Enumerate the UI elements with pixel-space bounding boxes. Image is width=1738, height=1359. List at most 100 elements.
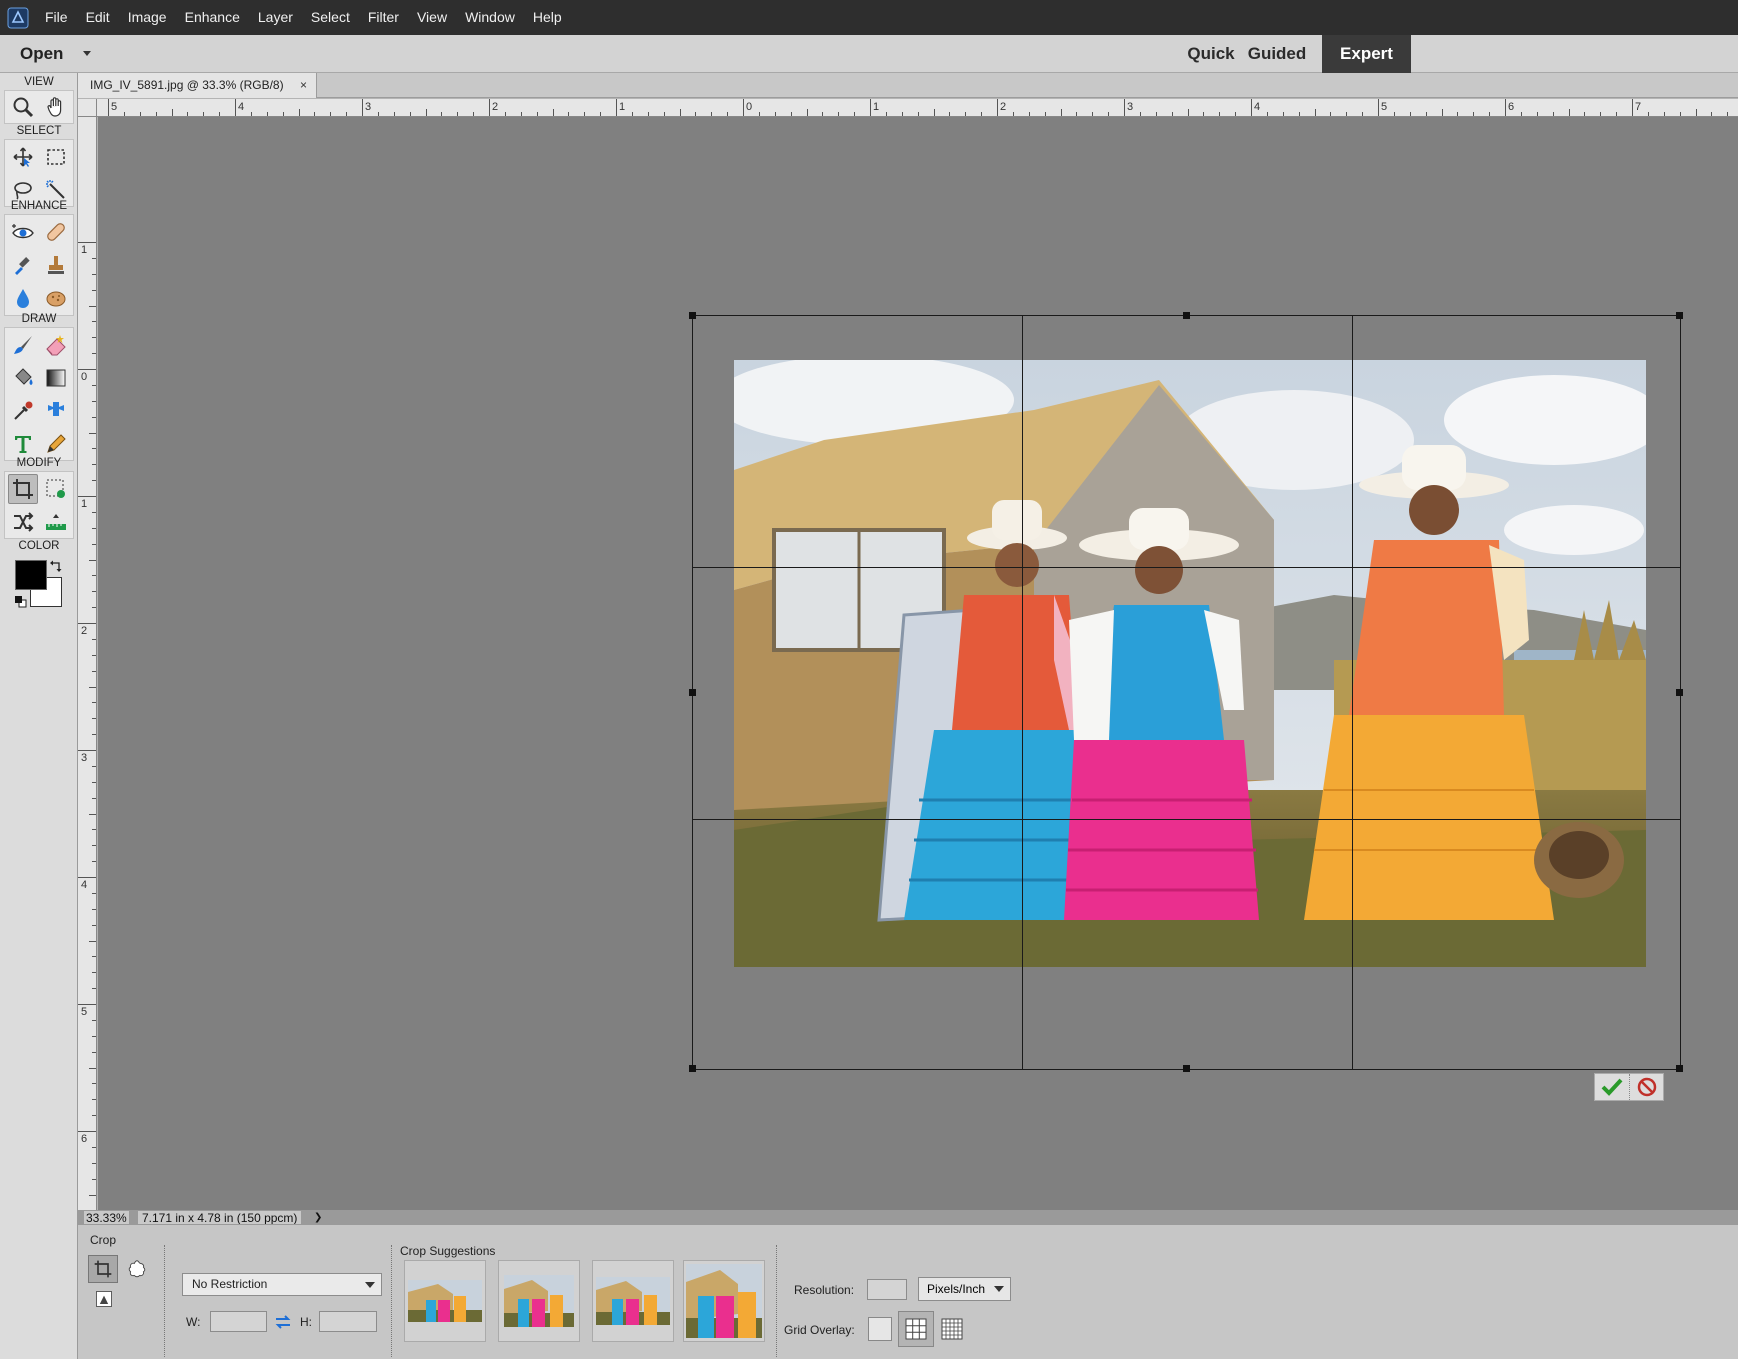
straighten-tool-icon[interactable]: [41, 507, 71, 537]
ruler-tick: [743, 99, 744, 116]
ruler-tick: [171, 109, 173, 116]
menu-filter[interactable]: Filter: [359, 0, 408, 35]
crop-handle-top-left[interactable]: [689, 312, 696, 319]
zoom-level[interactable]: 33.33%: [84, 1211, 129, 1225]
move-tool-icon[interactable]: [8, 142, 38, 172]
crop-handle-left[interactable]: [689, 689, 696, 696]
ruler-tick: [92, 527, 96, 529]
paint-bucket-tool-icon[interactable]: [8, 363, 38, 393]
crop-suggestion-thumbnail[interactable]: [498, 1260, 580, 1342]
ruler-tick: [92, 1051, 96, 1053]
canvas-area[interactable]: [98, 117, 1738, 1210]
crop-handle-top[interactable]: [1183, 312, 1190, 319]
open-button[interactable]: Open: [20, 35, 63, 73]
spot-healing-tool-icon[interactable]: [41, 217, 71, 247]
menu-enhance[interactable]: Enhance: [176, 0, 249, 35]
sponge-tool-icon[interactable]: [41, 283, 71, 313]
type-tool-icon[interactable]: [8, 429, 38, 459]
ruler-tick: [1663, 112, 1665, 116]
grid-fine-button[interactable]: [940, 1317, 964, 1341]
ruler-tick: [92, 1083, 96, 1085]
crop-grid-line: [1022, 316, 1023, 1069]
document-tab-title: IMG_IV_5891.jpg @ 33.3% (RGB/8): [90, 78, 284, 92]
vertical-ruler: 1 0 1 2 3 4 5 6: [78, 117, 97, 1244]
menu-window[interactable]: Window: [456, 0, 524, 35]
crop-suggestion-thumbnail[interactable]: [683, 1260, 765, 1342]
blur-tool-icon[interactable]: [8, 283, 38, 313]
crop-actions: [1594, 1073, 1664, 1101]
ruler-tick: [1441, 109, 1443, 116]
clone-stamp-tool-icon[interactable]: [41, 250, 71, 280]
status-expand-icon[interactable]: ❯: [314, 1211, 322, 1225]
marquee-tool-icon[interactable]: [41, 142, 71, 172]
menu-file[interactable]: File: [36, 0, 77, 35]
eyedropper-tool-icon[interactable]: [8, 396, 38, 426]
grid-rule-of-thirds-button[interactable]: [898, 1311, 934, 1347]
ruler-tick: [92, 718, 96, 720]
cookie-cutter-icon[interactable]: [126, 1258, 150, 1282]
ruler-tick: [92, 464, 96, 466]
crop-handle-bottom-right[interactable]: [1676, 1065, 1683, 1072]
crop-suggestion-thumbnail[interactable]: [404, 1260, 486, 1342]
ruler-tick-label: 6: [1508, 101, 1515, 113]
perspective-crop-icon[interactable]: [94, 1289, 116, 1311]
recompose-tool-icon[interactable]: [41, 474, 71, 504]
resolution-units-select[interactable]: Pixels/Inch: [918, 1277, 1011, 1301]
aspect-ratio-select[interactable]: No Restriction: [182, 1273, 382, 1296]
crop-handle-right[interactable]: [1676, 689, 1683, 696]
width-input[interactable]: [210, 1311, 267, 1332]
ruler-tick-label: 4: [238, 101, 245, 113]
ruler-tick-label: 1: [619, 101, 626, 113]
crop-handle-bottom[interactable]: [1183, 1065, 1190, 1072]
resolution-input[interactable]: [867, 1279, 907, 1300]
menu-help[interactable]: Help: [524, 0, 571, 35]
cancel-icon[interactable]: [1630, 1074, 1664, 1100]
crop-box[interactable]: [689, 312, 1683, 1072]
brush-tool-icon[interactable]: [8, 330, 38, 360]
foreground-color-swatch[interactable]: [15, 560, 47, 590]
swap-colors-icon[interactable]: [49, 559, 63, 573]
tab-expert[interactable]: Expert: [1322, 35, 1411, 73]
ruler-tick: [1632, 99, 1633, 116]
ruler-tick: [282, 112, 284, 116]
crop-handle-top-right[interactable]: [1676, 312, 1683, 319]
crop-suggestion-thumbnail[interactable]: [592, 1260, 674, 1342]
menu-layer[interactable]: Layer: [249, 0, 302, 35]
crop-mode-icon[interactable]: [88, 1255, 118, 1283]
hand-tool-icon[interactable]: [41, 92, 71, 122]
ruler-tick-label: 5: [1381, 101, 1388, 113]
ruler-tick-label: 2: [81, 625, 88, 637]
ruler-tick: [1584, 112, 1586, 116]
ruler-tick: [1552, 112, 1554, 116]
ruler-tick: [92, 337, 96, 339]
swap-dimensions-icon[interactable]: [274, 1313, 292, 1331]
ruler-tick-label: 0: [746, 101, 753, 113]
document-tab[interactable]: IMG_IV_5891.jpg @ 33.3% (RGB/8) ×: [78, 73, 317, 98]
eraser-tool-icon[interactable]: [41, 330, 71, 360]
gradient-tool-icon[interactable]: [41, 363, 71, 393]
smart-brush-tool-icon[interactable]: [8, 250, 38, 280]
red-eye-tool-icon[interactable]: [8, 217, 38, 247]
crop-handle-bottom-left[interactable]: [689, 1065, 696, 1072]
custom-shape-tool-icon[interactable]: [41, 396, 71, 426]
crop-suggestions-label: Crop Suggestions: [400, 1244, 496, 1258]
menu-select[interactable]: Select: [302, 0, 359, 35]
default-colors-icon[interactable]: [14, 595, 28, 609]
tab-guided[interactable]: Guided: [1232, 35, 1322, 73]
enhance-tools: [4, 214, 74, 316]
menu-image[interactable]: Image: [119, 0, 176, 35]
ruler-tick: [92, 654, 96, 656]
close-icon[interactable]: ×: [300, 73, 307, 98]
pencil-tool-icon[interactable]: [41, 429, 71, 459]
grid-none-button[interactable]: [868, 1317, 892, 1341]
ruler-tick: [78, 1131, 96, 1132]
commit-checkmark-icon[interactable]: [1595, 1074, 1630, 1100]
open-dropdown-icon[interactable]: [83, 51, 91, 56]
height-input[interactable]: [319, 1311, 377, 1332]
menu-view[interactable]: View: [408, 0, 456, 35]
ruler-tick: [1028, 112, 1030, 116]
zoom-tool-icon[interactable]: [8, 92, 38, 122]
content-aware-move-tool-icon[interactable]: [8, 507, 38, 537]
crop-tool-icon[interactable]: [8, 474, 38, 504]
menu-edit[interactable]: Edit: [77, 0, 119, 35]
